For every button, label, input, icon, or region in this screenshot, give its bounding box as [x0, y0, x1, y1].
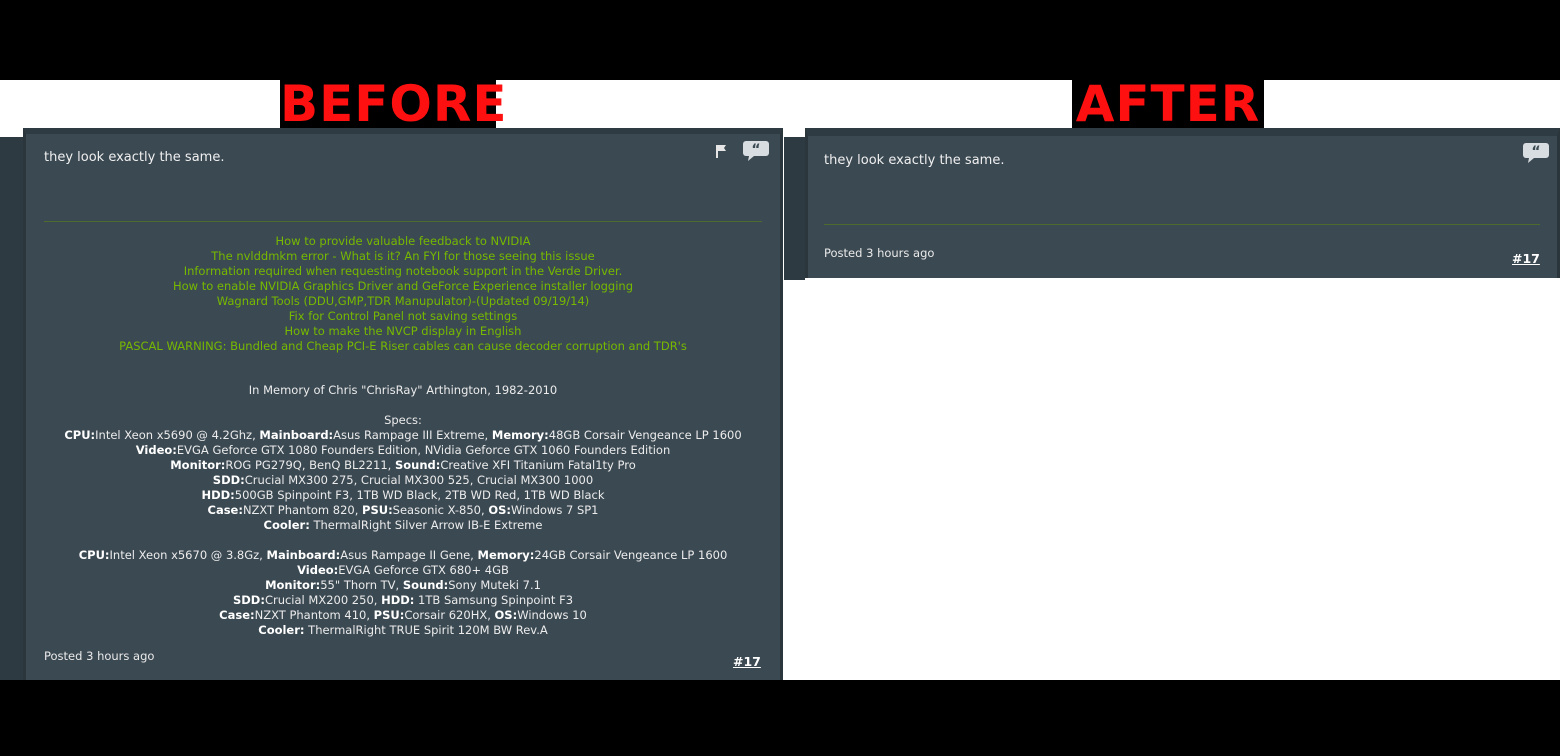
spec-value: EVGA Geforce GTX 1080 Founders Edition, … [176, 443, 671, 457]
spec-label: Mainboard: [266, 548, 341, 562]
spec-label: SDD: [232, 593, 265, 607]
post-number-link[interactable]: #17 [1512, 251, 1540, 266]
spec-value: Sony Muteki 7.1 [448, 578, 541, 592]
post-text: they look exactly the same. [44, 150, 225, 165]
spec-value: ThermalRight TRUE Spirit 120M BW Rev.A [304, 623, 548, 637]
signature-divider [44, 221, 762, 222]
rig1-specs: CPU:Intel Xeon x5690 @ 4.2Ghz, Mainboard… [26, 428, 780, 533]
post-number-link[interactable]: #17 [733, 654, 761, 669]
spec-value: NZXT Phantom 820, [242, 503, 363, 517]
rig1-row: CPU:Intel Xeon x5690 @ 4.2Ghz, Mainboard… [26, 428, 780, 443]
rig1-row: Case:NZXT Phantom 820, PSU:Seasonic X-85… [26, 503, 780, 518]
spec-label: OS: [488, 503, 511, 517]
rig1-row: SDD:Crucial MX300 275, Crucial MX300 525… [26, 473, 780, 488]
memory-line: In Memory of Chris "ChrisRay" Arthington… [248, 383, 558, 397]
spec-label: Case: [207, 503, 243, 517]
signature-divider [824, 224, 1540, 225]
specs-title: Specs: [384, 413, 422, 427]
spec-value: Asus Rampage II Gene, [340, 548, 478, 562]
spec-value: Creative XFI Titanium Fatal1ty Pro [440, 458, 636, 472]
spec-value: EVGA Geforce GTX 680+ 4GB [338, 563, 509, 577]
spec-value: Intel Xeon x5670 @ 3.8Gz, [109, 548, 267, 562]
after-heading: AFTER [1072, 79, 1264, 129]
spec-value: 1TB Samsung Spinpoint F3 [414, 593, 574, 607]
spec-value: Intel Xeon x5690 @ 4.2Ghz, [95, 428, 260, 442]
svg-text:“: “ [751, 142, 760, 158]
spec-value: ThermalRight Silver Arrow IB-E Extreme [309, 518, 543, 532]
rig1-row: HDD:500GB Spinpoint F3, 1TB WD Black, 2T… [26, 488, 780, 503]
spec-value: Asus Rampage III Extreme, [333, 428, 492, 442]
rig2-row: Monitor:55" Thorn TV, Sound:Sony Muteki … [26, 578, 780, 593]
spec-label: Cooler: [263, 518, 310, 532]
spec-label: Monitor: [170, 458, 226, 472]
rig1-row: Monitor:ROG PG279Q, BenQ BL2211, Sound:C… [26, 458, 780, 473]
rig2-row: SDD:Crucial MX200 250, HDD: 1TB Samsung … [26, 593, 780, 608]
spec-label: Sound: [395, 458, 441, 472]
spec-value: Crucial MX300 275, Crucial MX300 525, Cr… [244, 473, 594, 487]
after-post-panel: they look exactly the same. “ Posted 3 h… [805, 128, 1560, 278]
spec-value: 24GB Corsair Vengeance LP 1600 [534, 548, 728, 562]
rig2-row: Cooler: ThermalRight TRUE Spirit 120M BW… [26, 623, 780, 638]
flag-icon[interactable] [714, 143, 730, 159]
spec-label: Mainboard: [259, 428, 334, 442]
spec-label: SDD: [212, 473, 245, 487]
spec-value: ROG PG279Q, BenQ BL2211, [225, 458, 395, 472]
before-post-panel: they look exactly the same. “ How to pro… [23, 128, 783, 680]
spec-label: Cooler: [258, 623, 305, 637]
spec-value: Windows 7 SP1 [510, 503, 599, 517]
spec-label: Video: [297, 563, 339, 577]
rig2-row: CPU:Intel Xeon x5670 @ 3.8Gz, Mainboard:… [26, 548, 780, 563]
spec-value: Corsair 620HX, [404, 608, 495, 622]
link-nvcp-english[interactable]: How to make the NVCP display in English [26, 324, 780, 339]
rig1-row: Video:EVGA Geforce GTX 1080 Founders Edi… [26, 443, 780, 458]
spec-label: CPU: [78, 548, 110, 562]
posted-timestamp: Posted 3 hours ago [824, 246, 935, 260]
rig2-specs: CPU:Intel Xeon x5670 @ 3.8Gz, Mainboard:… [26, 548, 780, 638]
left-edge [0, 137, 23, 680]
rig2-row: Case:NZXT Phantom 410, PSU:Corsair 620HX… [26, 608, 780, 623]
link-wagnard-tools[interactable]: Wagnard Tools (DDU,GMP,TDR Manupulator)-… [26, 294, 780, 309]
posted-timestamp: Posted 3 hours ago [44, 649, 155, 663]
quote-icon[interactable]: “ [1522, 142, 1550, 164]
spec-label: Memory: [491, 428, 549, 442]
spec-label: CPU: [64, 428, 96, 442]
spec-label: HDD: [201, 488, 235, 502]
spec-value: Seasonic X-850, [392, 503, 489, 517]
spec-label: Video: [135, 443, 177, 457]
post-text: they look exactly the same. [824, 153, 1005, 168]
spec-label: PSU: [362, 503, 393, 517]
spec-label: HDD: [381, 593, 415, 607]
spec-label: PSU: [373, 608, 405, 622]
spec-value: NZXT Phantom 410, [254, 608, 374, 622]
spec-value: Windows 10 [517, 608, 587, 622]
rig1-row: Cooler: ThermalRight Silver Arrow IB-E E… [26, 518, 780, 533]
signature-links: How to provide valuable feedback to NVID… [26, 234, 780, 354]
link-installer-logging[interactable]: How to enable NVIDIA Graphics Driver and… [26, 279, 780, 294]
link-nvlddmkm[interactable]: The nvlddmkm error - What is it? An FYI … [26, 249, 780, 264]
spec-value: 500GB Spinpoint F3, 1TB WD Black, 2TB WD… [234, 488, 605, 502]
middle-edge [784, 137, 805, 280]
before-heading: BEFORE [280, 75, 508, 133]
spec-value: 55" Thorn TV, [320, 578, 403, 592]
spec-label: OS: [494, 608, 518, 622]
spec-label: Memory: [477, 548, 535, 562]
svg-text:“: “ [1531, 144, 1540, 160]
quote-icon[interactable]: “ [742, 140, 770, 162]
spec-value: Crucial MX200 250, [264, 593, 382, 607]
spec-label: Sound: [402, 578, 449, 592]
rig2-row: Video:EVGA Geforce GTX 680+ 4GB [26, 563, 780, 578]
link-control-panel-fix[interactable]: Fix for Control Panel not saving setting… [26, 309, 780, 324]
link-notebook-support[interactable]: Information required when requesting not… [26, 264, 780, 279]
spec-label: Monitor: [265, 578, 321, 592]
spec-label: Case: [219, 608, 255, 622]
link-pascal-warning[interactable]: PASCAL WARNING: Bundled and Cheap PCI-E … [26, 339, 780, 354]
link-feedback[interactable]: How to provide valuable feedback to NVID… [26, 234, 780, 249]
spec-value: 48GB Corsair Vengeance LP 1600 [548, 428, 742, 442]
